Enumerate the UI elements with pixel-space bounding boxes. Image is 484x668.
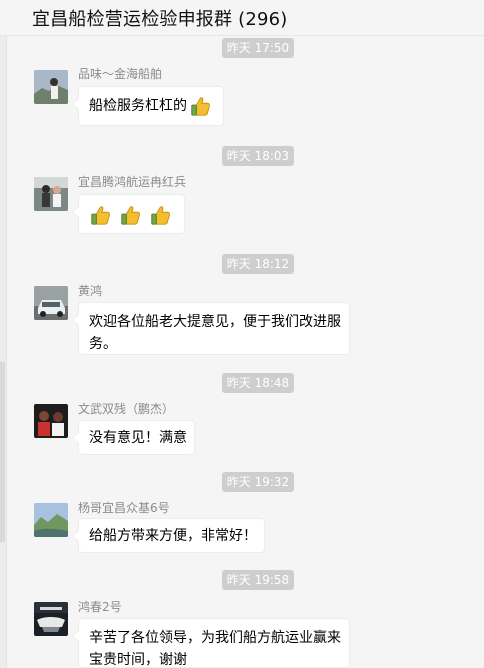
message-timestamp: 昨天 18:03 [222, 146, 294, 166]
left-panel-scroll-shadow [0, 362, 5, 542]
message-bubble[interactable]: 给船方带来方便，非常好！ [72, 518, 265, 553]
message-bubble[interactable]: 辛苦了各位领导，为我们船方航运业赢来宝贵时间，谢谢 [72, 618, 350, 668]
chat-header: 宜昌船检营运检验申报群 (296) [0, 0, 484, 36]
sender-avatar[interactable] [34, 404, 68, 438]
sender-name: 文武双残（鹏杰） [78, 402, 175, 416]
message-timestamp: 昨天 18:48 [222, 373, 294, 393]
sender-avatar[interactable] [34, 70, 68, 104]
message-bubble[interactable]: 欢迎各位船老大提意见，便于我们改进服务。 [72, 302, 350, 355]
sender-name: 宜昌腾鸿航运冉红兵 [78, 175, 187, 189]
sender-name: 鸿春2号 [78, 600, 122, 614]
sender-avatar[interactable] [34, 503, 68, 537]
sender-avatar[interactable] [34, 602, 68, 636]
message-bubble[interactable]: 没有意见！满意 [72, 420, 195, 455]
message-timestamp: 昨天 19:58 [222, 570, 294, 590]
chat-title: 宜昌船检营运检验申报群 (296) [32, 9, 288, 30]
message-text: 没有意见！满意 [89, 430, 187, 446]
thumbs-up-icon [89, 204, 111, 226]
message-text: 辛苦了各位领导，为我们船方航运业赢来宝贵时间，谢谢 [89, 630, 341, 668]
message-timestamp: 昨天 19:32 [222, 472, 294, 492]
thumbs-up-icon [119, 204, 141, 226]
left-panel-edge [0, 36, 7, 668]
sender-name: 黄鸿 [78, 284, 103, 298]
sender-name: 杨哥宜昌众基6号 [78, 501, 170, 515]
thumbs-up-icon [149, 204, 171, 226]
message-text: 欢迎各位船老大提意见，便于我们改进服务。 [89, 314, 341, 352]
thumbs-up-icon [189, 95, 211, 117]
message-timestamp: 昨天 18:12 [222, 254, 294, 274]
message-bubble[interactable]: 船检服务杠杠的 [72, 86, 224, 126]
message-text: 船检服务杠杠的 [89, 98, 187, 114]
message-bubble[interactable] [72, 194, 185, 234]
sender-avatar[interactable] [34, 286, 68, 320]
message-text: 给船方带来方便，非常好！ [89, 528, 257, 544]
message-timestamp: 昨天 17:50 [222, 38, 294, 58]
sender-name: 品味～金海船舶 [78, 67, 163, 81]
chat-window: 宜昌船检营运检验申报群 (296) 昨天 17:50 品味～金海船舶 船检服务杠… [0, 0, 484, 668]
sender-avatar[interactable] [34, 177, 68, 211]
